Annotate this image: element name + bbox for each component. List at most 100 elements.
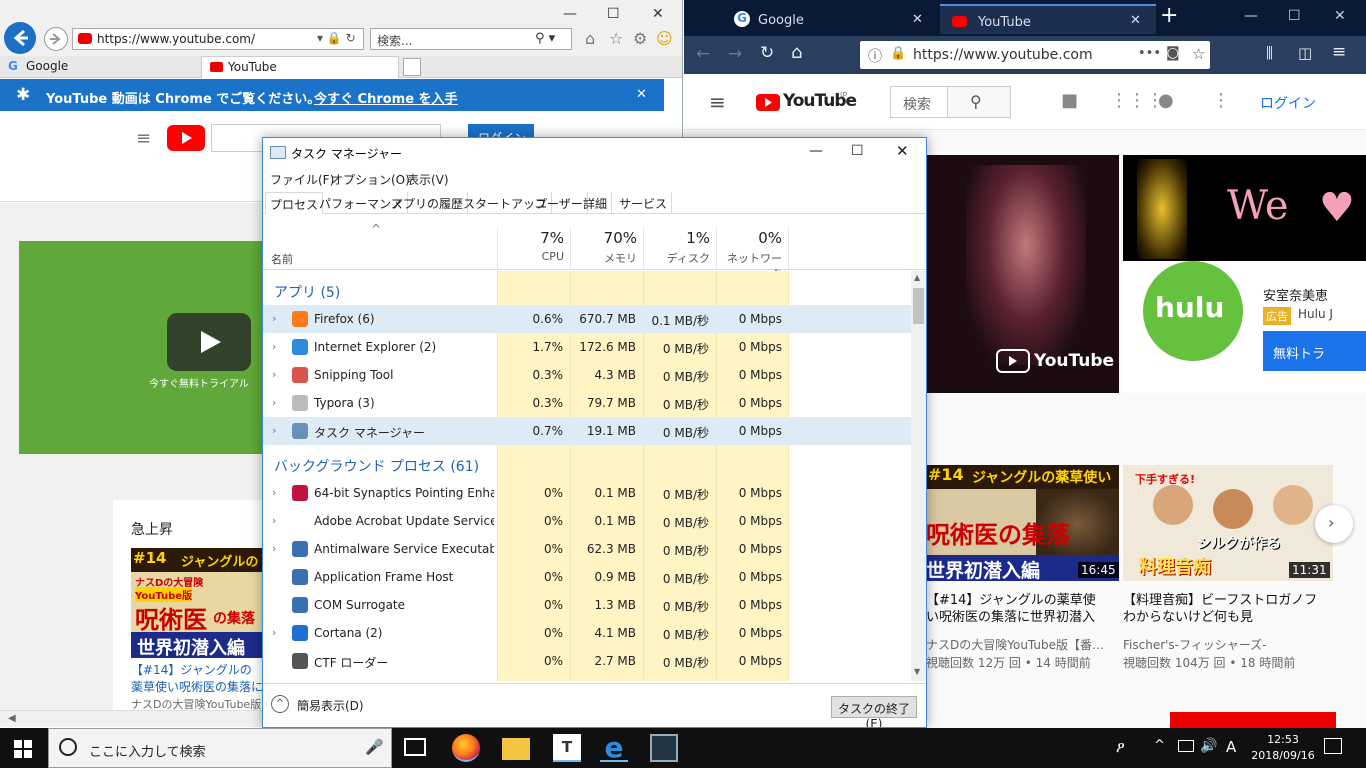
- menu-icon[interactable]: ≡: [1332, 42, 1346, 62]
- ff-tab-google[interactable]: G Google ✕: [720, 4, 940, 34]
- search-icon[interactable]: ⚲ ▾: [535, 31, 555, 46]
- chevron-right-icon[interactable]: ›: [272, 368, 276, 381]
- menu-options[interactable]: オプション(O): [331, 171, 410, 188]
- fewer-details-link[interactable]: 簡易表示(D): [297, 697, 364, 714]
- menu-icon[interactable]: ≡: [136, 128, 151, 149]
- process-row[interactable]: › Internet Explorer (2) 1.7% 172.6 MB 0 MB/秒…: [263, 333, 911, 361]
- internet-explorer-icon[interactable]: e: [600, 734, 628, 762]
- reload-icon[interactable]: ↻: [760, 43, 774, 63]
- minimize-icon[interactable]: —: [809, 143, 823, 159]
- scroll-left-icon[interactable]: ◀: [8, 713, 16, 724]
- typora-icon[interactable]: T: [553, 734, 581, 762]
- column-network[interactable]: 0% ネットワーク: [716, 228, 789, 281]
- volume-icon[interactable]: 🔊: [1200, 738, 1217, 754]
- ie-tab-youtube[interactable]: YouTube: [201, 56, 399, 78]
- maximize-icon[interactable]: ☐: [851, 143, 864, 159]
- chevron-right-icon[interactable]: ›: [272, 424, 276, 437]
- process-row[interactable]: › Cortana (2) 0% 4.1 MB 0 MB/秒 0 Mbps: [263, 619, 911, 647]
- process-row[interactable]: › タスク マネージャー 0.7% 19.1 MB 0 MB/秒 0 Mbps: [263, 417, 911, 445]
- library-icon[interactable]: ⫼: [1266, 44, 1273, 62]
- battery-icon[interactable]: [1178, 740, 1194, 752]
- firefox-taskbar-icon[interactable]: [452, 734, 480, 762]
- forward-icon[interactable]: →: [728, 44, 742, 64]
- menu-view[interactable]: 表示(V): [407, 171, 449, 188]
- chevron-right-icon[interactable]: ›: [272, 514, 276, 527]
- process-group-header[interactable]: アプリ (5): [263, 271, 911, 305]
- clock[interactable]: 12:53 2018/09/16: [1250, 732, 1316, 764]
- close-icon[interactable]: ✕: [636, 87, 647, 102]
- ie-address-bar[interactable]: https://www.youtube.com/ ▾ 🔒 ↻: [72, 28, 364, 50]
- chevron-right-icon[interactable]: ›: [272, 542, 276, 555]
- more-icon[interactable]: •••: [1138, 46, 1161, 61]
- minimize-icon[interactable]: —: [1244, 8, 1258, 24]
- home-icon[interactable]: ⌂: [791, 42, 802, 63]
- hulu-ad-card[interactable]: hulu 安室奈美恵 広告 Hulu J 無料トラ: [1123, 261, 1366, 393]
- chevron-right-icon[interactable]: ›: [272, 340, 276, 353]
- chevron-right-icon[interactable]: ›: [272, 486, 276, 499]
- carousel-next-button[interactable]: ›: [1315, 505, 1353, 543]
- hulu-cta-button[interactable]: 無料トラ: [1263, 331, 1366, 371]
- taskbar-search-box[interactable]: ここに入力して検索 🎤: [48, 728, 392, 768]
- chevron-up-icon[interactable]: ^: [271, 695, 289, 713]
- close-icon[interactable]: ✕: [1130, 13, 1141, 28]
- microphone-icon[interactable]: 🎤: [365, 738, 384, 756]
- chevron-up-icon[interactable]: ^: [1154, 738, 1165, 753]
- task-manager-taskbar-icon[interactable]: [650, 734, 678, 762]
- apps-grid-icon[interactable]: ⋮⋮⋮: [1110, 90, 1164, 111]
- ie-forward-button[interactable]: [44, 27, 68, 51]
- chevron-right-icon[interactable]: ›: [272, 312, 276, 325]
- we-banner[interactable]: We ♥: [1123, 155, 1366, 261]
- process-row[interactable]: › Antimalware Service Executable 0% 62.3 MB…: [263, 535, 911, 563]
- home-icon[interactable]: ⌂: [585, 29, 595, 48]
- ff-login-link[interactable]: ログイン: [1260, 93, 1316, 113]
- more-vertical-icon[interactable]: ⋮: [1212, 90, 1230, 111]
- process-row[interactable]: CTF ローダー 0% 2.7 MB 0 MB/秒 0 Mbps: [263, 647, 911, 675]
- smiley-icon[interactable]: ☺: [656, 29, 673, 48]
- column-cpu[interactable]: 7% CPU: [497, 228, 570, 270]
- ff-address-bar[interactable]: ⓘ 🔒 https://www.youtube.com ••• ◙ ☆: [860, 41, 1210, 69]
- process-row[interactable]: › Firefox (6) 0.6% 670.7 MB 0.1 MB/秒 0 Mbps: [263, 305, 911, 333]
- column-name[interactable]: 名前: [271, 251, 293, 267]
- youtube-logo-icon[interactable]: [756, 94, 780, 111]
- ff-yt-search-button[interactable]: ⚲: [947, 86, 1011, 118]
- process-row[interactable]: › Snipping Tool 0.3% 4.3 MB 0 MB/秒 0 Mbps: [263, 361, 911, 389]
- ff-tab-youtube[interactable]: YouTube ✕: [940, 4, 1156, 34]
- notifications-icon[interactable]: [1324, 738, 1342, 754]
- column-memory[interactable]: 70% メモリ: [570, 228, 643, 270]
- video-thumbnail[interactable]: #14 ジャングルの薬草使い 呪術医の集落 世界初潜入編 16:45: [926, 465, 1119, 581]
- new-tab-icon[interactable]: +: [1160, 3, 1178, 28]
- play-button[interactable]: [167, 313, 251, 371]
- ie-search-box[interactable]: 検索... ⚲ ▾: [370, 28, 572, 50]
- video-camera-icon[interactable]: ■: [1061, 90, 1078, 111]
- process-row[interactable]: › 64-bit Synaptics Pointing Enhan... 0% 0.1…: [263, 479, 911, 507]
- chevron-right-icon[interactable]: ›: [272, 396, 276, 409]
- maximize-icon[interactable]: ☐: [1288, 8, 1301, 24]
- column-disk[interactable]: 1% ディスク: [643, 228, 716, 270]
- ff-yt-search-input[interactable]: 検索: [890, 86, 948, 118]
- back-icon[interactable]: ←: [696, 44, 710, 64]
- get-chrome-link[interactable]: 今すぐ Chrome を入手: [314, 88, 458, 107]
- process-list-scrollbar[interactable]: ▲ ▼: [911, 271, 926, 681]
- process-row[interactable]: › Typora (3) 0.3% 79.7 MB 0 MB/秒 0 Mbps: [263, 389, 911, 417]
- youtube-logo-icon[interactable]: [167, 125, 205, 151]
- subscribe-button[interactable]: [1170, 712, 1336, 728]
- video-title[interactable]: 【料理音痴】ビーフストロガノフわからないけど何も見: [1123, 592, 1323, 628]
- sort-up-icon[interactable]: ^: [371, 222, 381, 236]
- video-thumbnail[interactable]: 下手すぎる! シルクが作る 料理音痴 11:31: [1123, 465, 1333, 581]
- process-group-header[interactable]: バックグラウンド プロセス (61): [263, 445, 911, 479]
- ie-hulu-ad[interactable]: 今すぐ無料トライアル: [19, 241, 264, 454]
- close-icon[interactable]: ✕: [912, 12, 923, 27]
- menu-file[interactable]: ファイル(F): [270, 171, 334, 188]
- trending-thumbnail[interactable]: #14 ジャングルの ナスDの大冒険 YouTube版 呪術医 の集落 世界初潜…: [131, 548, 263, 658]
- scroll-down-icon[interactable]: ▼: [914, 667, 920, 676]
- star-icon[interactable]: ☆: [609, 29, 623, 48]
- close-icon[interactable]: ✕: [1334, 8, 1346, 24]
- end-task-button[interactable]: タスクの終了(E): [831, 696, 917, 727]
- star-icon[interactable]: ☆: [1192, 45, 1205, 63]
- ime-indicator[interactable]: A: [1226, 738, 1236, 756]
- sidebar-icon[interactable]: ◫: [1298, 44, 1312, 62]
- pocket-icon[interactable]: ◙: [1166, 45, 1180, 61]
- video-channel[interactable]: ナスDの大冒険YouTube版【番…: [926, 636, 1106, 653]
- menu-icon[interactable]: ≡: [709, 90, 726, 114]
- gear-icon[interactable]: ⚙: [633, 29, 647, 48]
